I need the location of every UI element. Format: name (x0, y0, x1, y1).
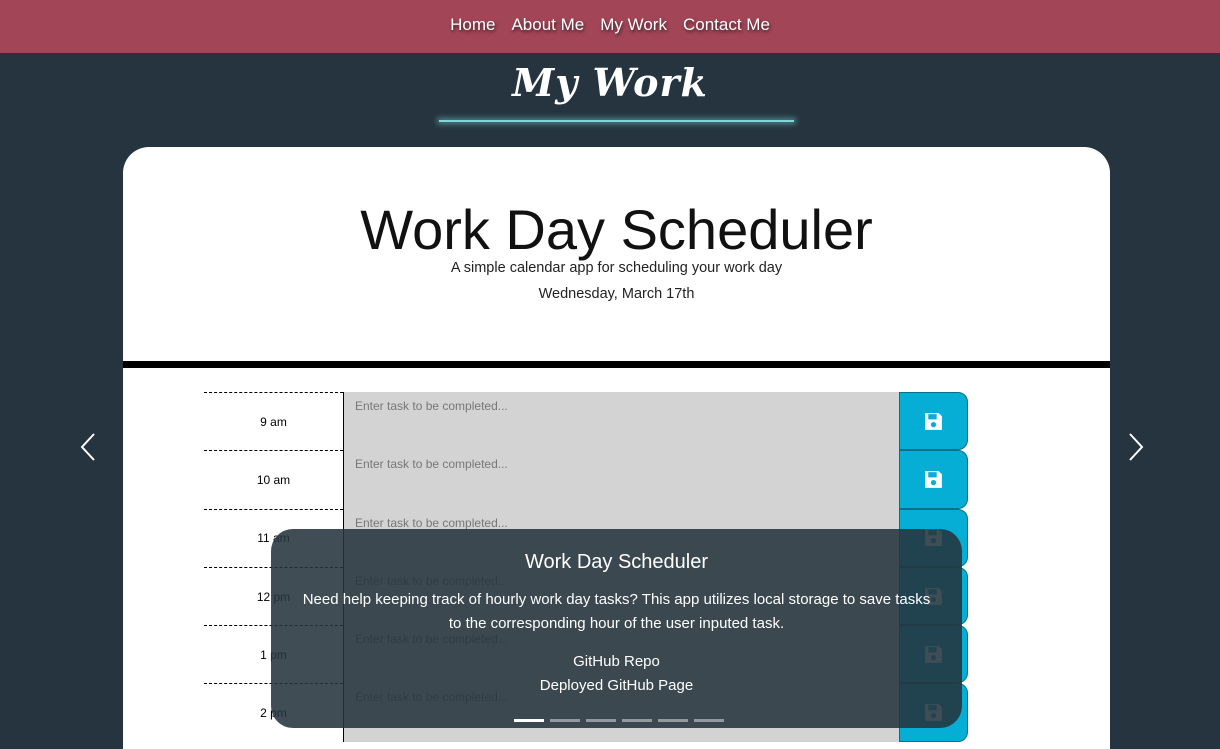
table-row: 10 am Enter task to be completed... (204, 450, 968, 509)
caption-title: Work Day Scheduler (524, 551, 709, 573)
floppy-disk-icon (925, 471, 942, 488)
carousel-indicator-1[interactable] (514, 719, 544, 722)
nav-link-home[interactable]: Home (450, 15, 495, 39)
carousel-prev-button[interactable] (80, 430, 96, 468)
slide-divider (123, 361, 1110, 368)
slide-app-date: Wednesday, March 17th (538, 286, 695, 302)
task-field: Enter task to be completed... (343, 392, 899, 451)
page-title: My Work (512, 60, 708, 105)
nav-link-contact-me[interactable]: Contact Me (683, 15, 770, 39)
carousel-indicators (511, 719, 727, 722)
carousel-indicator-4[interactable] (622, 719, 652, 722)
save-button (899, 392, 968, 451)
hour-label: 9 am (204, 392, 343, 450)
slide-caption: Work Day Scheduler Need help keeping tra… (271, 529, 962, 728)
carousel-indicator-5[interactable] (658, 719, 688, 722)
save-button (899, 450, 968, 509)
project-carousel: Work Day Scheduler A simple calendar app… (123, 147, 1110, 749)
hour-label: 10 am (204, 450, 343, 508)
deployed-page-link[interactable]: Deployed GitHub Page (271, 674, 962, 698)
carousel-next-button[interactable] (1128, 430, 1144, 468)
slide-app-subtitle: A simple calendar app for scheduling you… (450, 260, 783, 276)
chevron-left-icon (80, 433, 95, 461)
heading-underline (439, 120, 794, 122)
chevron-right-icon (1129, 433, 1144, 461)
table-row: 9 am Enter task to be completed... (204, 392, 968, 451)
carousel-indicator-2[interactable] (550, 719, 580, 722)
caption-description: Need help keeping track of hourly work d… (302, 591, 931, 632)
github-repo-link[interactable]: GitHub Repo (271, 650, 962, 674)
top-navbar: Home About Me My Work Contact Me (0, 0, 1220, 53)
nav-link-my-work[interactable]: My Work (600, 15, 667, 39)
slide-app-title: Work Day Scheduler (360, 198, 873, 261)
floppy-disk-icon (925, 412, 942, 430)
carousel-indicator-6[interactable] (694, 719, 724, 722)
nav-link-about-me[interactable]: About Me (511, 15, 584, 39)
carousel-indicator-3[interactable] (586, 719, 616, 722)
task-field: Enter task to be completed... (343, 450, 899, 509)
